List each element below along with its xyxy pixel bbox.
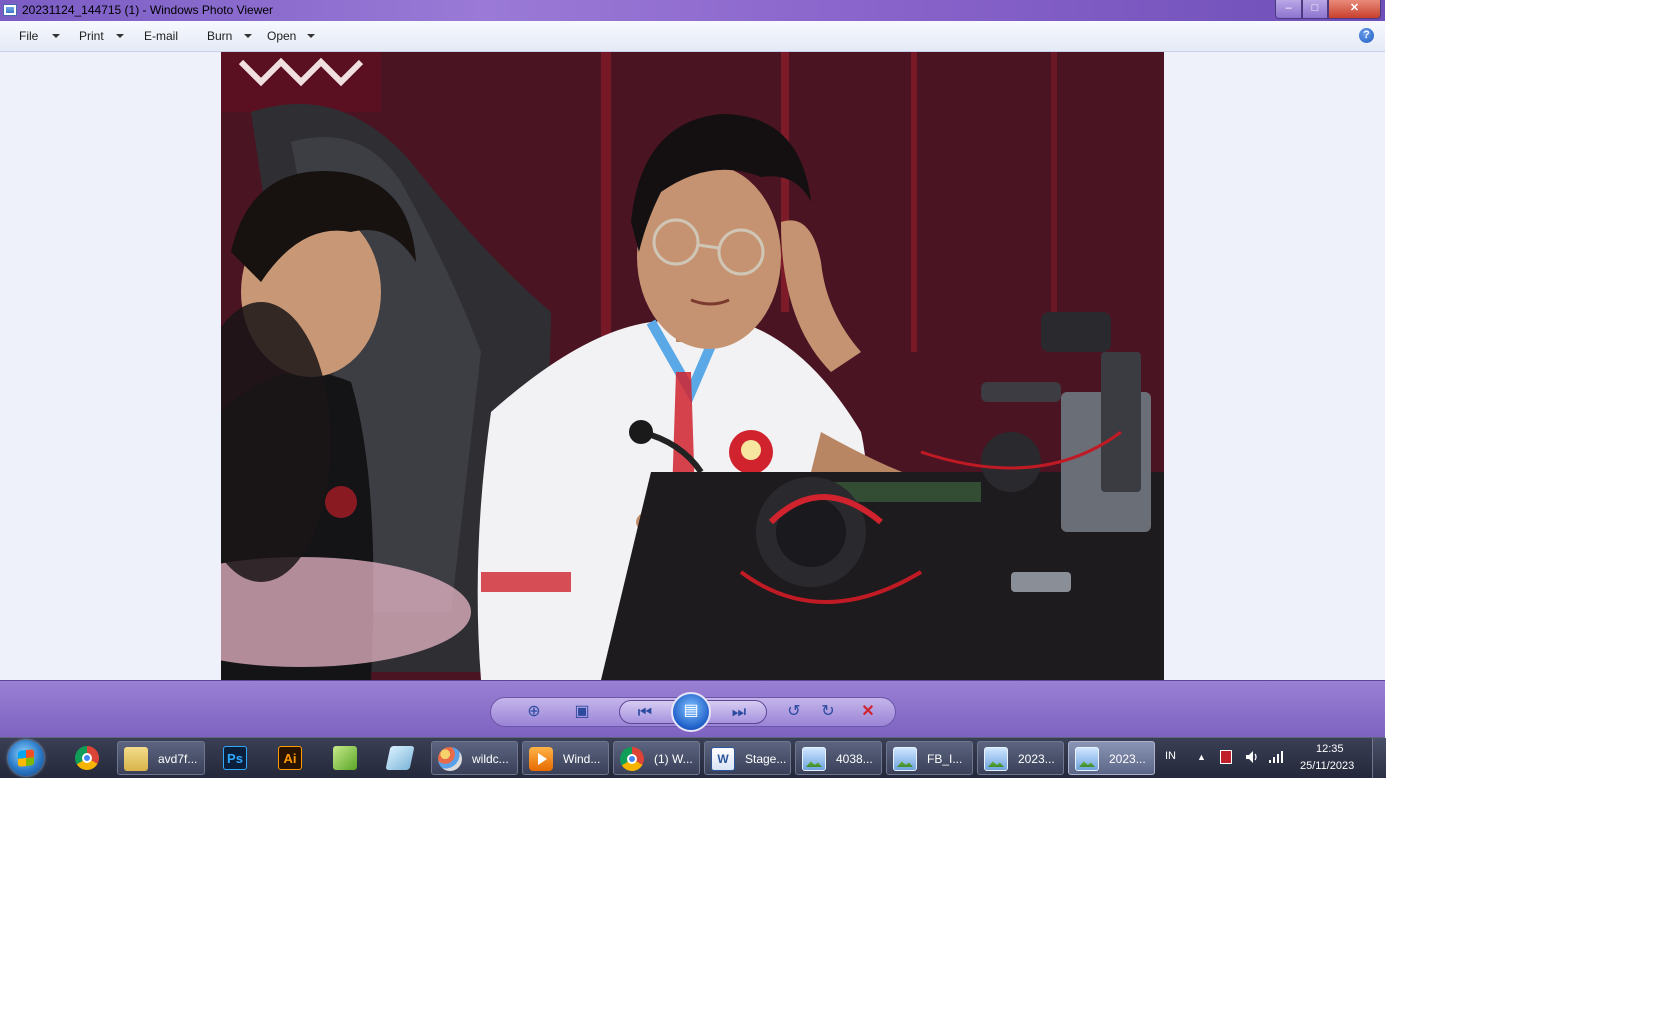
show-desktop-button[interactable] xyxy=(1372,738,1386,778)
next-icon[interactable]: ⏭ xyxy=(724,701,754,725)
fit-to-window-icon[interactable]: ▣ xyxy=(567,700,597,724)
menu-bar: File Print E-mail Burn Open ? xyxy=(0,21,1385,52)
taskbar-task-label: wildc... xyxy=(472,752,509,766)
taskbar-task-photo-3[interactable]: 2023... xyxy=(977,741,1064,775)
chevron-down-icon[interactable] xyxy=(52,34,60,38)
system-tray: IN ▲ 12:35 25/11/2023 xyxy=(1158,738,1385,778)
photo-viewer-icon xyxy=(802,747,826,771)
menu-print[interactable]: Print xyxy=(79,29,104,43)
taskbar-task-label: avd7f... xyxy=(158,752,198,766)
photo-viewer-icon xyxy=(893,747,917,771)
menu-burn[interactable]: Burn xyxy=(207,29,232,43)
taskbar-task-label: Stage... xyxy=(745,752,787,766)
viewer-control-bar: ⊕ ▣ ⏮ ⏭ ▤ ↺ ↻ ✕ xyxy=(0,680,1385,738)
taskbar-task-photo-1[interactable]: 4038... xyxy=(795,741,882,775)
media-player-icon xyxy=(529,747,553,771)
control-pill: ⊕ ▣ ⏮ ⏭ ▤ ↺ ↻ ✕ xyxy=(490,692,896,732)
displayed-photo xyxy=(221,52,1164,680)
menu-file[interactable]: File xyxy=(19,29,38,43)
taskbar-task-word[interactable]: W Stage... xyxy=(704,741,791,775)
zoom-icon[interactable]: ⊕ xyxy=(517,700,551,724)
photo-illustration xyxy=(221,52,1164,680)
taskbar-pinned-chrome[interactable] xyxy=(62,741,112,775)
minimize-button[interactable]: – xyxy=(1275,0,1302,19)
taskbar-task-label: 4038... xyxy=(836,752,873,766)
taskbar-task-label: 2023... xyxy=(1109,752,1146,766)
start-button[interactable] xyxy=(8,740,44,776)
close-button[interactable]: ✕ xyxy=(1328,0,1381,19)
taskbar-task-folder[interactable]: avd7f... xyxy=(117,741,205,775)
clock-time[interactable]: 12:35 xyxy=(1316,743,1344,755)
slideshow-button[interactable]: ▤ xyxy=(671,692,711,732)
menu-email[interactable]: E-mail xyxy=(144,29,178,43)
photo-viewer-window: 20231124_144715 (1) - Windows Photo View… xyxy=(0,0,1386,778)
windows-logo-icon xyxy=(18,749,34,767)
image-viewport xyxy=(0,52,1385,680)
network-signal-icon[interactable] xyxy=(1268,749,1284,768)
photo-viewer-icon xyxy=(984,747,1008,771)
green-app-icon xyxy=(333,746,357,770)
show-hidden-icons-icon[interactable]: ▲ xyxy=(1197,752,1206,762)
book-app-icon xyxy=(385,746,415,770)
title-bar[interactable]: 20231124_144715 (1) - Windows Photo View… xyxy=(0,0,1385,21)
taskbar-pinned-illustrator[interactable]: Ai xyxy=(265,741,315,775)
rotate-counterclockwise-icon[interactable]: ↺ xyxy=(781,700,807,724)
photoshop-icon: Ps xyxy=(223,746,247,770)
paint-icon xyxy=(438,747,462,771)
taskbar-pinned-green-app[interactable] xyxy=(320,741,370,775)
language-indicator[interactable]: IN xyxy=(1165,750,1176,762)
help-icon[interactable]: ? xyxy=(1359,28,1374,43)
word-icon: W xyxy=(711,747,735,771)
taskbar-task-photo-2[interactable]: FB_I... xyxy=(886,741,973,775)
taskbar-task-media-player[interactable]: Wind... xyxy=(522,741,609,775)
taskbar-task-chrome[interactable]: (1) W... xyxy=(613,741,700,775)
maximize-button[interactable]: □ xyxy=(1302,0,1328,19)
taskbar-task-photo-active[interactable]: 2023... xyxy=(1068,741,1155,775)
taskbar-task-label: 2023... xyxy=(1018,752,1055,766)
menu-open[interactable]: Open xyxy=(267,29,296,43)
photo-viewer-icon xyxy=(1075,747,1099,771)
taskbar-task-label: FB_I... xyxy=(927,752,963,766)
window-title: 20231124_144715 (1) - Windows Photo View… xyxy=(22,3,274,17)
taskbar-pinned-photoshop[interactable]: Ps xyxy=(210,741,260,775)
delete-icon[interactable]: ✕ xyxy=(855,700,881,724)
taskbar-pinned-book-app[interactable] xyxy=(375,741,425,775)
chrome-icon xyxy=(75,746,99,770)
illustrator-icon: Ai xyxy=(278,746,302,770)
previous-icon[interactable]: ⏮ xyxy=(630,701,660,725)
taskbar-task-label: (1) W... xyxy=(654,752,693,766)
taskbar-task-paint[interactable]: wildc... xyxy=(431,741,518,775)
photo-viewer-app-icon[interactable] xyxy=(3,4,17,16)
chevron-down-icon[interactable] xyxy=(244,34,252,38)
taskbar: avd7f... Ps Ai wildc... Wind... (1) W...… xyxy=(0,737,1386,778)
action-center-icon[interactable] xyxy=(1220,750,1232,764)
rotate-clockwise-icon[interactable]: ↻ xyxy=(815,700,841,724)
chevron-down-icon[interactable] xyxy=(116,34,124,38)
folder-icon xyxy=(124,747,148,771)
taskbar-task-label: Wind... xyxy=(563,752,601,766)
clock-date[interactable]: 25/11/2023 xyxy=(1300,760,1354,772)
volume-icon[interactable] xyxy=(1244,749,1260,768)
chevron-down-icon[interactable] xyxy=(307,34,315,38)
chrome-icon xyxy=(620,747,644,771)
